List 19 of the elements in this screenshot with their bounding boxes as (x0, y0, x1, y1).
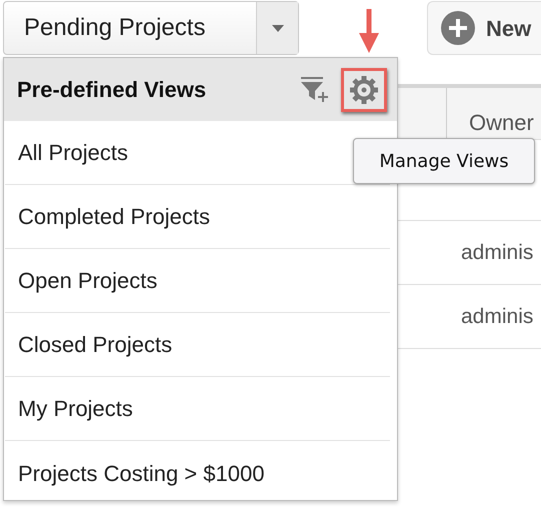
menu-title: Pre-defined Views (17, 76, 208, 104)
menu-item[interactable]: Completed Projects (5, 185, 390, 249)
menu-item[interactable]: Closed Projects (5, 313, 390, 377)
caret-icon (272, 24, 284, 32)
new-button[interactable]: New (427, 1, 541, 55)
view-dropdown[interactable]: Pending Projects (3, 1, 299, 55)
settings-button[interactable] (341, 68, 387, 112)
table-cell-text: adminis (461, 240, 534, 266)
arrow-annotation-icon (359, 9, 379, 53)
dropdown-label: Pending Projects (23, 13, 206, 43)
dropdown-toggle-button[interactable] (256, 2, 298, 54)
menu-item[interactable]: Open Projects (5, 249, 390, 313)
menu-item[interactable]: Projects Costing > $1000 (5, 441, 390, 505)
filter-add-icon[interactable] (299, 76, 331, 104)
settings-icon (349, 74, 379, 104)
plus-circle-icon (440, 10, 476, 46)
tooltip: Manage Views (353, 138, 535, 184)
table-cell-text: adminis (461, 304, 534, 330)
menu-item[interactable]: My Projects (5, 377, 390, 441)
